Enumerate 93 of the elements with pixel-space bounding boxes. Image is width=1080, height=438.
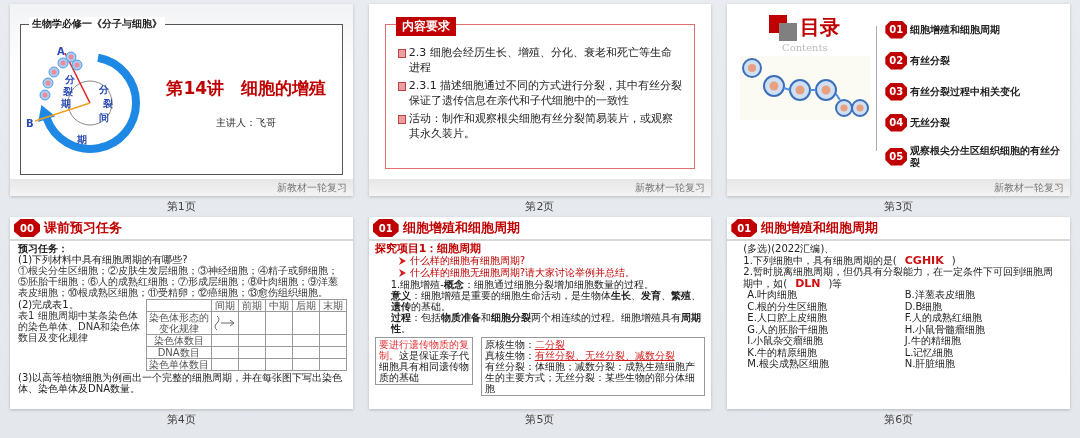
section-title: 细胞增殖和细胞周期 bbox=[761, 219, 879, 237]
arrow-bullet-icon bbox=[398, 257, 406, 265]
page-label: 第4页 bbox=[165, 412, 197, 428]
speaker-text: 主讲人：飞哥 bbox=[216, 116, 277, 130]
footer-text: 新教材一轮复习 bbox=[635, 182, 706, 193]
answer-text: 二分裂 bbox=[534, 339, 565, 350]
task-heading: 预习任务： bbox=[18, 243, 69, 254]
paragraph-text: 1.细胞增殖-概念：细胞通过细胞分裂增加细胞数量的过程。 bbox=[389, 279, 654, 290]
slide-thumbnail[interactable] bbox=[10, 217, 353, 409]
contents-subtitle: Contents bbox=[782, 42, 828, 53]
table-caption: 表1 细胞周期中某条染色体的染色单体、DNA和染色体数目及变化规律 bbox=[18, 310, 142, 343]
question-text: (2)完成表1。 bbox=[18, 299, 79, 310]
page-label: 第3页 bbox=[883, 199, 915, 215]
page-label: 第1页 bbox=[165, 199, 197, 215]
paragraph-text: 过程：包括物质准备和细胞分裂两个相连续的过程。细胞增殖具有周期性。 bbox=[389, 312, 702, 334]
document-icon bbox=[397, 115, 406, 124]
contents-item: 有丝分裂 bbox=[910, 54, 951, 67]
course-title: 生物学必修一《分子与细胞》 bbox=[29, 17, 165, 31]
column-header: 中期 bbox=[265, 299, 293, 312]
point-label: A bbox=[57, 45, 65, 57]
option-text: N.肝脏细胞 bbox=[904, 358, 957, 370]
question-text: 什么样的细胞有细胞周期? bbox=[409, 255, 525, 267]
slide-thumbnail[interactable] bbox=[368, 217, 712, 409]
number-badge: 03 bbox=[885, 82, 908, 101]
option-text: L.记忆细胞 bbox=[904, 346, 954, 358]
number-badge: 05 bbox=[885, 147, 908, 166]
note-text: 要进行遗传物质的复制。这是保证亲子代细胞具有相同遗传物质的基础 bbox=[378, 339, 469, 383]
requirement-text: 活动：制作和观察根尖细胞有丝分裂简易装片，或观察其永久装片。 bbox=[408, 111, 674, 141]
requirement-text: 2.3.1 描述细胞通过不同的方式进行分裂，其中有丝分裂保证了遗传信息在亲代和子代细胞中的一致性 bbox=[408, 78, 683, 108]
materials-text: ①根尖分生区细胞；②皮肤生发层细胞；③神经细胞；④精子或卵细胞；⑤胚胎干细胞；⑥人的成熟红细胞；⑦形成层细胞；⑧叶肉细胞；⑨洋葱表皮细胞；⑩根成熟区细胞；⑪受精卵；⑫癌细胞；⑬愈伤组织细胞。 bbox=[18, 265, 339, 298]
number-badge: 01 bbox=[731, 219, 758, 237]
contents-title: 目录 bbox=[800, 14, 841, 41]
requirement-text: 2.3 细胞会经历生长、增殖、分化、衰老和死亡等生命进程 bbox=[408, 45, 673, 75]
intro-text: (多选)(2022汇编)、 bbox=[743, 243, 836, 255]
footer-text: 新教材一轮复习 bbox=[276, 182, 347, 193]
phase-label: 分裂间期 bbox=[77, 83, 113, 145]
option-text: C.根的分生区细胞 bbox=[747, 300, 829, 312]
option-text: F.人的成熟红细胞 bbox=[904, 312, 983, 324]
question-text: (1)下列材料中具有细胞周期的有哪些? bbox=[18, 254, 189, 265]
question-text: 什么样的细胞无细胞周期?请大家讨论举例并总结。 bbox=[409, 267, 635, 279]
option-text: M.根尖成熟区细胞 bbox=[747, 358, 831, 370]
question-text: 1.下列细胞中，具有细胞周期的是( CGHIK ) bbox=[743, 254, 956, 266]
slide-thumbnail[interactable]: 生物学必修一《分子与细胞》 A B 分裂期 分裂间期 第14讲 细胞的增殖 主讲人：飞哥 新教材一轮复习 bbox=[10, 4, 353, 196]
arrow-bullet-icon bbox=[398, 269, 406, 277]
column-header: 末期 bbox=[319, 299, 347, 312]
option-text: H.小鼠骨髓瘤细胞 bbox=[904, 323, 987, 335]
option-text: A.叶肉细胞 bbox=[747, 289, 799, 301]
option-text: J.牛的精细胞 bbox=[904, 335, 961, 347]
contents-item: 有丝分裂过程中相关变化 bbox=[910, 85, 1021, 98]
page-label: 第2页 bbox=[524, 199, 556, 215]
column-header: 间期 bbox=[211, 299, 239, 312]
page-label: 第6页 bbox=[883, 412, 915, 428]
row-header: DNA数目 bbox=[146, 346, 212, 359]
requirements-heading: 内容要求 bbox=[395, 17, 456, 36]
option-text: B.洋葱表皮细胞 bbox=[904, 289, 976, 301]
section-title: 细胞增殖和细胞周期 bbox=[402, 219, 520, 237]
option-text: D.B细胞 bbox=[904, 300, 944, 312]
slide-title: 第14讲 细胞的增殖 bbox=[166, 77, 327, 100]
question-text: (3)以高等植物细胞为例画出一个完整的细胞周期，并在每张图下写出染色体、染色单体及DNA数量。 bbox=[18, 372, 344, 394]
phase-label: 分裂期 bbox=[61, 73, 75, 109]
squares-icon bbox=[769, 14, 798, 41]
section-title: 课前预习任务 bbox=[44, 219, 122, 237]
option-text: I.小鼠杂交瘤细胞 bbox=[747, 335, 824, 347]
document-icon bbox=[397, 82, 406, 91]
number-badge: 01 bbox=[885, 20, 908, 39]
row-header: 染色单体数目 bbox=[146, 358, 212, 371]
note-text: 有丝分裂：体细胞；减数分裂：成熟生殖细胞产生的主要方式；无丝分裂：某些生物的部分体细胞 bbox=[484, 361, 696, 394]
note-label: 原核生物： bbox=[484, 339, 535, 350]
project-heading: 探究项目1：细胞周期 bbox=[374, 242, 483, 255]
number-badge: 00 bbox=[14, 219, 40, 237]
footer-text: 新教材一轮复习 bbox=[994, 182, 1064, 193]
number-badge: 01 bbox=[372, 219, 399, 237]
column-header: 前期 bbox=[238, 299, 266, 312]
note-label: 真核生物： bbox=[484, 350, 535, 361]
contents-item: 细胞增殖和细胞周期 bbox=[910, 23, 1001, 36]
answer-text: 有丝分裂、无丝分裂、减数分裂 bbox=[534, 350, 675, 361]
slide-thumbnail[interactable]: 内容要求 2.3 细胞会经历生长、增殖、分化、衰老和死亡等生命进程 2.3.1 描述细胞通过不同的方式进行分裂，其中有丝分裂保证了遗传信息在亲代和子代细胞中的一致性 活动：制作和观察根尖细胞有丝分裂简易装片，或观察其永久装片。 新教材一轮复习 bbox=[368, 4, 712, 196]
option-text: E.人口腔上皮细胞 bbox=[747, 312, 828, 324]
column-header: 后期 bbox=[292, 299, 320, 312]
point-label: B bbox=[26, 117, 34, 129]
document-icon bbox=[397, 49, 406, 58]
contents-item: 观察根尖分生区组织细胞的有丝分裂 bbox=[910, 144, 1062, 169]
row-header: 染色体数目 bbox=[146, 334, 212, 347]
number-badge: 04 bbox=[885, 113, 908, 132]
page-label: 第5页 bbox=[524, 412, 556, 428]
option-text: G.人的胚胎干细胞 bbox=[747, 323, 830, 335]
contents-item: 无丝分裂 bbox=[910, 116, 951, 129]
question-text: 2.暂时脱离细胞周期，但仍具有分裂能力，在一定条件下可回到细胞周期中，如( DLN )等 bbox=[743, 266, 1054, 289]
row-header: 染色体形态的变化规律 bbox=[146, 311, 212, 335]
number-badge: 02 bbox=[885, 51, 908, 70]
slide-thumbnail[interactable] bbox=[727, 217, 1070, 409]
paragraph-text: 意义：细胞增殖是重要的细胞生命活动，是生物体生长、发育、繁殖、遗传的基础。 bbox=[389, 290, 702, 312]
option-text: K.牛的精原细胞 bbox=[747, 346, 818, 358]
